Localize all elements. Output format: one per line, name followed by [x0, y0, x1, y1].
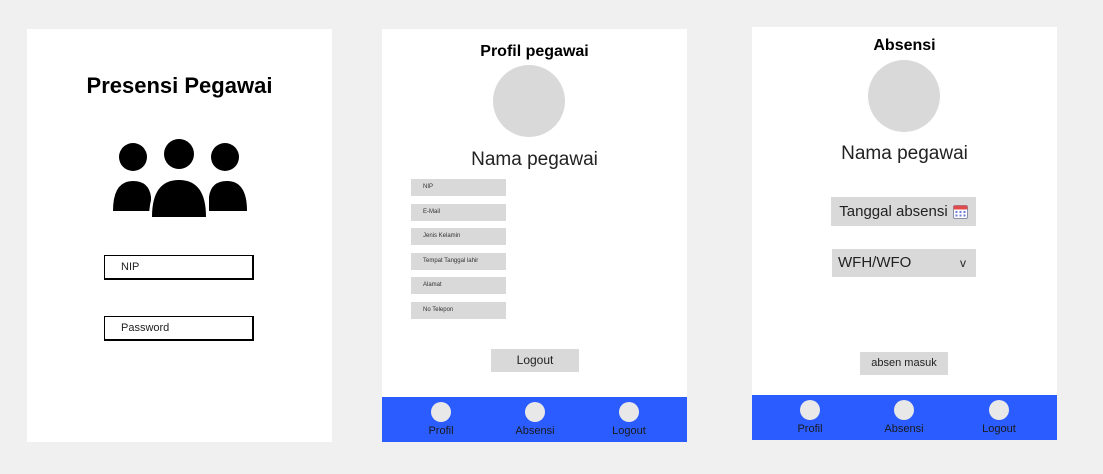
bottom-nav: Profil Absensi Logout — [382, 397, 687, 442]
login-title: Presensi Pegawai — [86, 73, 273, 98]
nav-absensi-icon — [525, 402, 545, 422]
work-mode-select[interactable]: WFH/WFO v — [832, 249, 976, 277]
nav-item-logout[interactable]: Logout — [594, 397, 664, 442]
date-label: Tanggal absensi — [839, 203, 948, 220]
nav-item-logout[interactable]: Logout — [964, 395, 1034, 440]
users-icon — [113, 137, 247, 219]
nav-item-profil[interactable]: Profil — [406, 397, 476, 442]
chevron-down-icon: v — [960, 256, 966, 270]
profile-title: Profil pegawai — [480, 43, 589, 60]
nav-profil-icon — [800, 400, 820, 420]
nav-label: Profil — [797, 423, 823, 435]
field-gender: Jenis Kelamin — [411, 228, 506, 245]
absensi-title: Absensi — [873, 37, 936, 54]
field-nip: NIP — [411, 179, 506, 196]
absensi-screen: Absensi Nama pegawai Tanggal absensi WFH… — [752, 27, 1057, 440]
nav-item-profil[interactable]: Profil — [775, 395, 845, 440]
nav-logout-icon — [619, 402, 639, 422]
calendar-icon — [952, 205, 968, 219]
bottom-nav: Profil Absensi Logout — [752, 395, 1057, 440]
nav-label: Profil — [428, 425, 454, 437]
password-field[interactable]: Password — [104, 316, 254, 341]
nav-absensi-icon — [894, 400, 914, 420]
date-picker[interactable]: Tanggal absensi — [831, 197, 976, 226]
employee-name: Nama pegawai — [841, 143, 968, 164]
nav-label: Absensi — [884, 423, 924, 435]
field-birth: Tempat Tanggal lahir — [411, 253, 506, 270]
nav-logout-icon — [989, 400, 1009, 420]
employee-name: Nama pegawai — [471, 149, 598, 170]
nav-profil-icon — [431, 402, 451, 422]
work-mode-value: WFH/WFO — [838, 254, 912, 271]
field-address: Alamat — [411, 277, 506, 294]
field-email: E-Mail — [411, 204, 506, 221]
nav-item-absensi[interactable]: Absensi — [869, 395, 939, 440]
nav-label: Absensi — [515, 425, 555, 437]
logout-button[interactable]: Logout — [491, 349, 579, 372]
absen-masuk-button[interactable]: absen masuk — [860, 352, 948, 375]
field-phone: No Telepon — [411, 302, 506, 319]
profile-screen: Profil pegawai Nama pegawai NIP E-Mail J… — [382, 29, 687, 442]
nav-label: Logout — [612, 425, 646, 437]
nav-label: Logout — [982, 423, 1016, 435]
login-screen: Presensi Pegawai NIP Password — [27, 29, 332, 442]
avatar — [868, 60, 940, 132]
avatar — [493, 65, 565, 137]
nav-item-absensi[interactable]: Absensi — [500, 397, 570, 442]
nip-field[interactable]: NIP — [104, 255, 254, 280]
